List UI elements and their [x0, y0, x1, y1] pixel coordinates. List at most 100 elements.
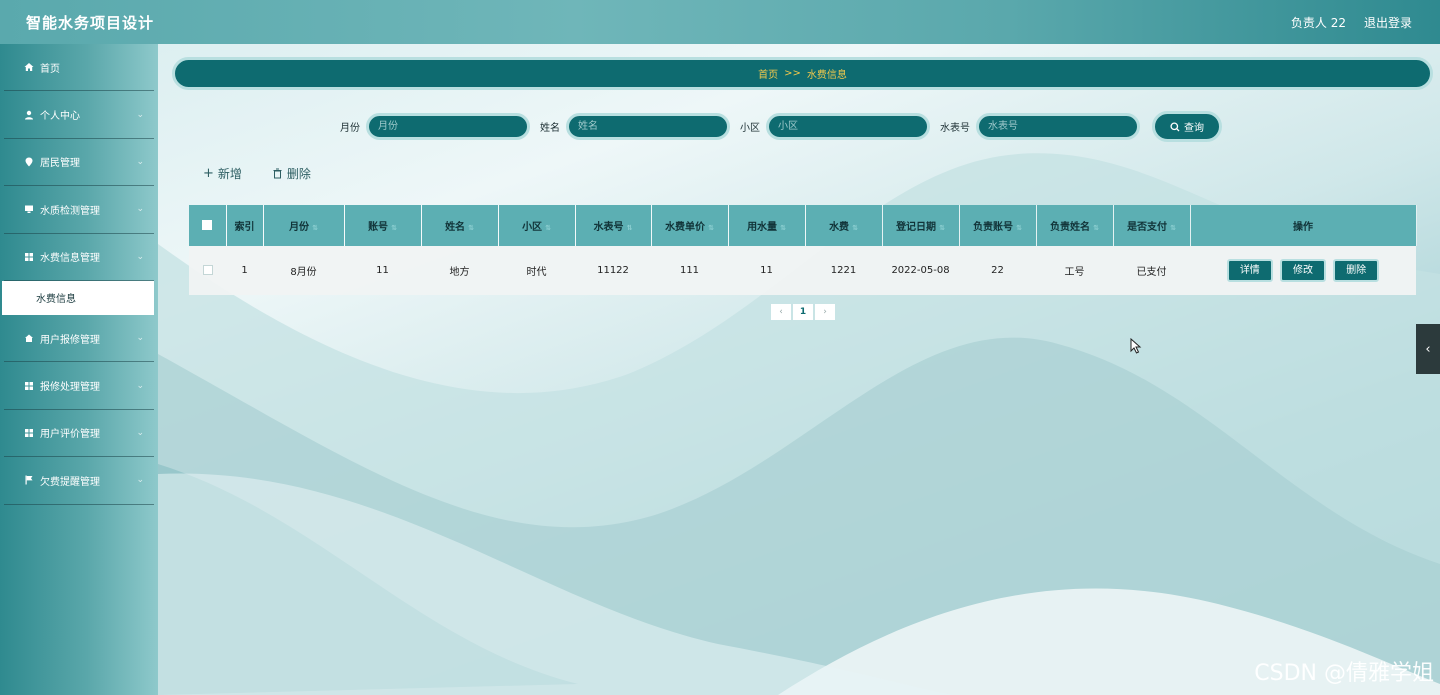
grid-icon	[22, 252, 36, 262]
select-all-checkbox[interactable]	[202, 220, 213, 230]
cell-month: 8月份	[263, 246, 344, 295]
cell-index: 1	[226, 246, 263, 295]
side-panel-toggle[interactable]: ‹	[1416, 324, 1440, 374]
cell-usage: 11	[728, 246, 805, 295]
flag-icon	[22, 475, 36, 485]
sidebar-item-label: 水费信息管理	[40, 253, 100, 265]
sidebar-item-repair-handling[interactable]: 报修处理管理 ⌄	[4, 362, 154, 410]
cell-district: 时代	[498, 246, 575, 295]
home-repair-icon	[22, 333, 36, 343]
logout-link[interactable]: 退出登录	[1364, 14, 1412, 31]
month-input[interactable]	[366, 113, 530, 140]
edit-button[interactable]: 修改	[1280, 259, 1326, 282]
add-button[interactable]: + 新增	[203, 165, 242, 182]
district-input[interactable]	[766, 113, 930, 140]
chevron-down-icon: ⌄	[136, 156, 144, 167]
sidebar-item-label: 欠费提醒管理	[40, 476, 100, 488]
monitor-icon	[22, 204, 36, 214]
column-header[interactable]: 账号 ⇅	[344, 205, 422, 246]
column-header[interactable]: 登记日期 ⇅	[882, 205, 960, 246]
sort-icon[interactable]: ⇅	[627, 224, 633, 232]
add-button-label: 新增	[217, 167, 242, 181]
row-select-cell	[189, 246, 226, 295]
grid-icon	[22, 428, 36, 438]
trash-icon	[273, 168, 282, 179]
water-fee-table: 索引 月份 ⇅ 账号 ⇅ 姓名 ⇅ 小区 ⇅ 水表号 ⇅ 水费单价 ⇅ 用水量 ⇅ 水费 ⇅ 登…	[189, 205, 1417, 295]
user-icon	[22, 110, 36, 120]
breadcrumb: 首页 >> 水费信息	[172, 57, 1433, 90]
cell-name: 地方	[421, 246, 498, 295]
sidebar-item-profile[interactable]: 个人中心 ⌄	[4, 91, 154, 139]
column-header[interactable]: 水费 ⇅	[805, 205, 883, 246]
plus-icon: +	[203, 166, 214, 181]
sort-icon[interactable]: ⇅	[468, 224, 474, 232]
cell-unit-price: 111	[651, 246, 728, 295]
column-header[interactable]: 负责姓名 ⇅	[1036, 205, 1114, 246]
sidebar-item-label: 居民管理	[40, 158, 80, 170]
row-checkbox[interactable]	[202, 265, 213, 275]
column-header-label: 索引	[234, 222, 255, 233]
sidebar-item-arrears-reminder[interactable]: 欠费提醒管理 ⌄	[4, 457, 154, 505]
chevron-down-icon: ⌄	[136, 427, 144, 438]
batch-delete-button[interactable]: 删除	[272, 165, 311, 182]
district-label: 小区	[740, 123, 760, 134]
home-icon	[22, 62, 36, 72]
column-header-label: 水表号	[593, 222, 624, 233]
sort-icon[interactable]: ⇅	[708, 224, 714, 232]
column-header-label: 账号	[368, 222, 389, 233]
sidebar-item-residents[interactable]: 居民管理 ⌄	[4, 139, 154, 187]
sidebar-item-label: 水质检测管理	[40, 205, 100, 217]
column-header: 索引	[226, 205, 264, 246]
sort-icon[interactable]: ⇅	[1170, 224, 1176, 232]
search-icon	[1170, 121, 1180, 131]
cell-date: 2022-05-08	[882, 246, 959, 295]
breadcrumb-home[interactable]: 首页	[758, 66, 778, 81]
search-button[interactable]: 查询	[1152, 111, 1222, 142]
breadcrumb-current: 水费信息	[806, 70, 847, 81]
sort-icon[interactable]: ⇅	[1093, 224, 1099, 232]
prev-page-button[interactable]: ‹	[771, 304, 791, 320]
user-area: 负责人 22 退出登录	[1291, 14, 1412, 31]
search-button-label: 查询	[1184, 123, 1204, 134]
mouse-pointer-icon	[1130, 338, 1142, 354]
sidebar-item-user-review[interactable]: 用户评价管理 ⌄	[4, 410, 154, 458]
sort-icon[interactable]: ⇅	[391, 224, 397, 232]
column-header[interactable]: 用水量 ⇅	[728, 205, 806, 246]
column-header[interactable]: 小区 ⇅	[498, 205, 576, 246]
sort-icon[interactable]: ⇅	[939, 224, 945, 232]
detail-button[interactable]: 详情	[1226, 259, 1273, 282]
column-header[interactable]: 是否支付 ⇅	[1113, 205, 1191, 246]
delete-button[interactable]: 删除	[1333, 259, 1380, 282]
sort-icon[interactable]: ⇅	[780, 224, 786, 232]
column-header: 操作	[1190, 205, 1417, 246]
sort-icon[interactable]: ⇅	[312, 224, 318, 232]
submenu-item-water-fee-info[interactable]: 水费信息	[2, 280, 154, 315]
sidebar-item-user-repair[interactable]: 用户报修管理 ⌄	[4, 315, 154, 363]
column-header[interactable]: 负责账号 ⇅	[959, 205, 1037, 246]
sidebar-item-home[interactable]: 首页	[4, 44, 154, 92]
cell-meter: 11122	[575, 246, 651, 295]
name-input[interactable]	[566, 113, 730, 140]
column-header-label: 小区	[522, 222, 543, 233]
column-header[interactable]: 姓名 ⇅	[421, 205, 499, 246]
column-header-label: 负责姓名	[1050, 222, 1091, 233]
next-page-button[interactable]: ›	[815, 304, 835, 320]
top-header: 智能水务项目设计 负责人 22 退出登录	[0, 0, 1440, 44]
column-header[interactable]: 水表号 ⇅	[575, 205, 652, 246]
sidebar-item-water-quality[interactable]: 水质检测管理 ⌄	[4, 186, 154, 234]
grid-icon	[22, 381, 36, 391]
chevron-down-icon: ⌄	[136, 475, 144, 486]
column-header[interactable]: 水费单价 ⇅	[651, 205, 729, 246]
meter-input[interactable]	[976, 113, 1140, 140]
sort-icon[interactable]: ⇅	[545, 224, 551, 232]
table-row: 1 8月份 11 地方 时代 11122 111 11 1221 2022-05…	[189, 246, 1416, 295]
page-number-current[interactable]: 1	[793, 304, 813, 320]
cell-fee: 1221	[805, 246, 882, 295]
column-header-label: 是否支付	[1127, 222, 1168, 233]
sidebar-item-label: 个人中心	[40, 111, 80, 123]
sort-icon[interactable]: ⇅	[1016, 224, 1022, 232]
column-header[interactable]: 月份 ⇅	[263, 205, 345, 246]
toolbar: + 新增 删除	[203, 165, 311, 182]
sidebar-item-water-fee[interactable]: 水费信息管理 ⌄	[4, 234, 154, 281]
sort-icon[interactable]: ⇅	[852, 224, 858, 232]
